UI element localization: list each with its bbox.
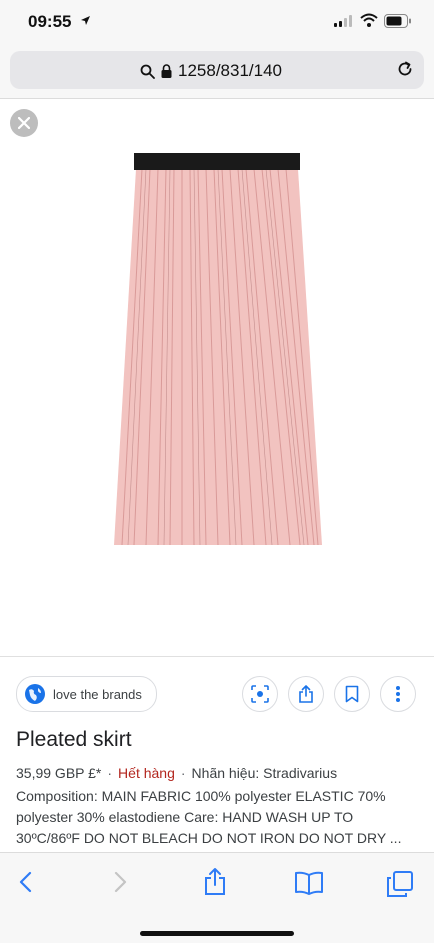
address-bar[interactable]: 1258/831/140 [10,51,424,89]
browser-address-area: 1258/831/140 [0,46,434,99]
forward-icon[interactable] [112,871,128,893]
url-text: 1258/831/140 [178,61,282,80]
close-button[interactable] [10,109,38,137]
lock-icon [161,64,172,78]
battery-icon [384,14,411,28]
close-icon [18,117,30,129]
bookmark-icon [345,685,359,703]
product-meta: 35,99 GBP £* · Hết hàng · Nhãn hiệu: Stradiv… [16,765,337,781]
bookmarks-icon[interactable] [294,871,324,895]
bookmark-button[interactable] [334,676,370,712]
source-name: love the brands [53,686,142,702]
search-icon [140,64,155,79]
lens-icon [251,685,269,703]
share-icon[interactable] [203,867,227,895]
reload-icon[interactable] [396,60,414,78]
product-brand: Nhãn hiệu: Stradivarius [191,765,338,781]
globe-icon [25,684,45,704]
more-button[interactable] [380,676,416,712]
product-description: Composition: MAIN FABRIC 100% polyester … [16,788,402,846]
location-arrow-icon [81,16,90,25]
stock-status: Hết hàng [118,765,175,781]
product-image-skirt [114,153,322,546]
lens-button[interactable] [242,676,278,712]
back-icon[interactable] [18,871,34,893]
more-icon [396,686,400,702]
wifi-icon [360,13,378,27]
image-preview[interactable] [0,99,434,655]
separator-dot: · [180,765,186,781]
share-icon [299,685,313,703]
status-bar: 09:55 [0,0,434,46]
bottom-toolbar [0,852,434,943]
status-time: 09:55 [28,12,72,31]
home-indicator [140,931,294,936]
product-price: 35,99 GBP £* [16,765,102,781]
separator-dot: · [107,765,113,781]
divider [0,656,434,657]
product-title: Pleated skirt [16,728,132,751]
source-chip[interactable]: love the brands [16,676,157,712]
tabs-icon[interactable] [386,871,414,897]
share-button[interactable] [288,676,324,712]
signal-icon [334,15,352,27]
